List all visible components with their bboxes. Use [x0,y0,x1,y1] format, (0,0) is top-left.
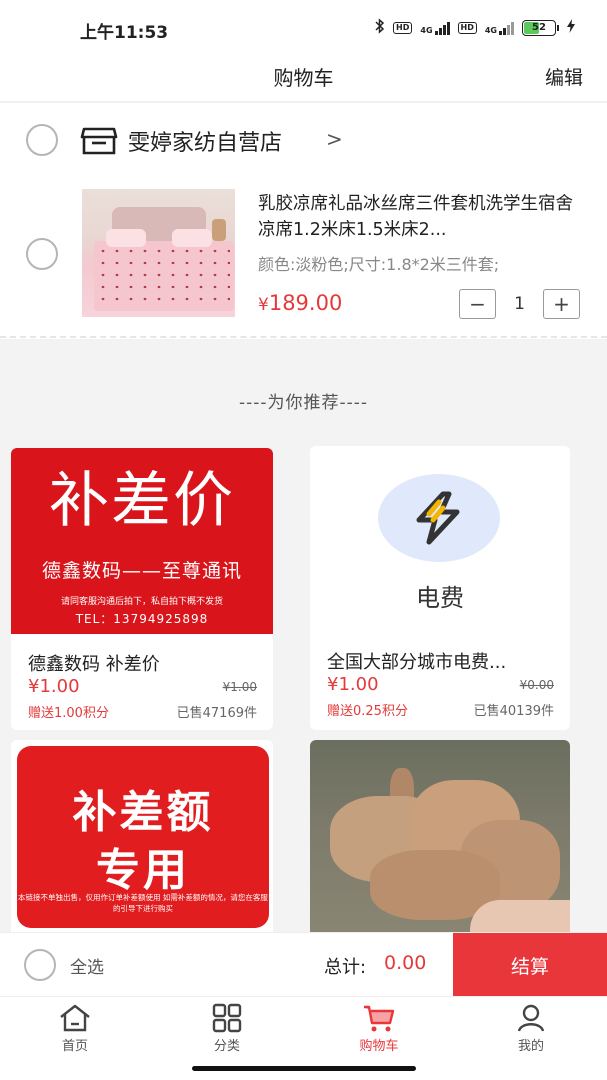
checkout-bar: 全选 总计: 0.00 结算 [0,932,607,997]
user-icon [481,1003,581,1033]
store-icon [80,125,118,157]
product-title: 全国大部分城市电费... [327,652,507,673]
chevron-right-icon[interactable]: > [326,127,343,151]
checkout-button[interactable]: 结算 [453,933,607,997]
tab-home[interactable]: 首页 [25,1003,125,1054]
status-icons: HD 4G HD 4G 52 [375,18,575,37]
banner-title: 电费 [416,584,464,612]
select-all-label[interactable]: 全选 [70,953,104,978]
edit-button[interactable]: 编辑 [545,63,583,90]
tab-label: 购物车 [359,1039,399,1054]
store-select-radio[interactable] [26,124,58,156]
store-name[interactable]: 雯婷家纺自营店 [128,125,282,157]
product-banner: 补差额 专用 本链接不单独出售，仅用作订单补差额使用 如需补差额的情况，请您在客… [17,746,269,928]
select-all-radio[interactable] [24,949,56,981]
product-sold: 已售40139件 [473,704,554,719]
grid-icon [177,1003,277,1033]
tab-label: 分类 [213,1039,240,1054]
signal-icon-2: 4G [485,21,514,35]
product-bonus: 赠送0.25积分 [327,704,408,719]
lightning-icon [409,490,469,546]
quantity-value[interactable]: 1 [496,294,543,314]
increase-button[interactable]: + [543,289,580,319]
item-select-radio[interactable] [26,238,58,270]
total-label: 总计: [324,957,367,978]
price-value: 189.00 [268,291,343,315]
product-bonus: 赠送1.00积分 [28,706,109,721]
status-bar: 上午11:53 HD 4G HD 4G 52 [0,0,607,54]
product-price: ¥1.00 [28,676,80,697]
home-indicator [192,1066,416,1071]
banner-title: 补差额 [72,787,214,838]
cart-store-group: 雯婷家纺自营店 > 乳胶凉席礼品冰丝席三件套机洗学生宿舍凉席1.2米床1.5米床… [0,103,607,339]
status-time: 上午11:53 [80,23,169,43]
tab-category[interactable]: 分类 [177,1003,277,1054]
quantity-stepper: − 1 + [459,289,580,319]
banner-title: 补差价 [49,466,235,536]
tab-label: 我的 [517,1039,544,1054]
hd-badge: HD [393,21,413,34]
recommend-header: ----为你推荐---- [238,393,369,413]
banner-note: 请同客服沟通后拍下，私自拍下概不发货 [60,597,223,607]
total-value: 0.00 [384,952,427,974]
signal-icon: 4G [420,21,450,35]
tab-label: 首页 [61,1039,88,1054]
cart-icon [329,1003,429,1033]
item-price: ¥189.00 [258,291,342,315]
banner-note: 本链接不单独出售，仅用作订单补差额使用 如需补差额的情况，请您在客服的引导下进行… [18,893,268,913]
nav-bar: 购物车 编辑 [0,54,607,102]
product-card[interactable]: 补差价 德鑫数码——至尊通讯 请同客服沟通后拍下，私自拍下概不发货 TEL：13… [11,448,273,730]
product-price: ¥1.00 [327,674,379,695]
product-banner: 补差价 德鑫数码——至尊通讯 请同客服沟通后拍下，私自拍下概不发货 TEL：13… [11,448,273,634]
product-image[interactable] [82,189,235,317]
product-banner: 电费 [310,446,570,632]
page-title: 购物车 [273,66,334,90]
product-sold: 已售47169件 [176,706,257,721]
divider [0,336,607,338]
network-type-2: 4G [484,25,497,35]
tab-profile[interactable]: 我的 [481,1003,581,1054]
item-spec[interactable]: 颜色:淡粉色;尺寸:1.8*2米三件套; [258,251,588,275]
banner-tel: TEL：13794925898 [75,612,209,626]
battery-level: 52 [532,21,546,33]
network-type: 4G [420,25,433,35]
banner-subtitle: 德鑫数码——至尊通讯 [41,560,242,582]
decrease-button[interactable]: − [459,289,496,319]
tab-cart[interactable]: 购物车 [329,1003,429,1054]
currency-symbol: ¥ [258,295,269,315]
product-old-price: ¥0.00 [519,678,554,692]
product-image [310,740,570,940]
home-icon [25,1003,125,1033]
bluetooth-icon [375,18,385,37]
battery-icon: 52 [522,19,559,36]
product-title: 德鑫数码 补差价 [28,654,160,675]
product-card[interactable]: 电费 全国大部分城市电费... ¥1.00 ¥0.00 赠送0.25积分 已售4… [310,446,570,730]
hd-badge-2: HD [457,21,477,34]
product-card[interactable] [310,740,570,940]
banner-subtitle: 专用 [96,845,190,896]
item-title[interactable]: 乳胶凉席礼品冰丝席三件套机洗学生宿舍凉席1.2米床1.5米床2... [258,191,578,243]
product-card[interactable]: 补差额 专用 本链接不单独出售，仅用作订单补差额使用 如需补差额的情况，请您在客… [11,740,273,940]
charging-icon [567,19,575,36]
store-row: 雯婷家纺自营店 > [0,103,607,179]
product-old-price: ¥1.00 [222,680,257,694]
